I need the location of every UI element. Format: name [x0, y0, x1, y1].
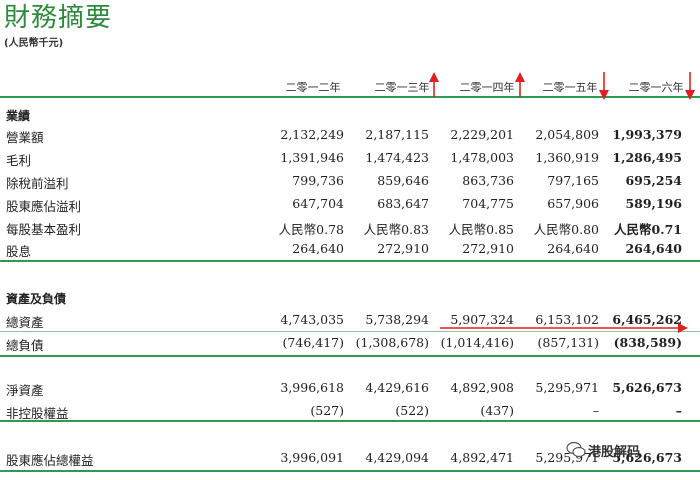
- arrow-down-icon: [685, 72, 695, 100]
- arrow-down-icon: [599, 72, 609, 100]
- arrow-right-icon: [440, 323, 688, 333]
- arrow-up-icon: [429, 72, 439, 97]
- annotation-arrows: [429, 72, 695, 333]
- wechat-icon: [566, 441, 586, 458]
- arrow-up-icon: [515, 72, 525, 97]
- watermark-text: 港股解码: [588, 445, 641, 460]
